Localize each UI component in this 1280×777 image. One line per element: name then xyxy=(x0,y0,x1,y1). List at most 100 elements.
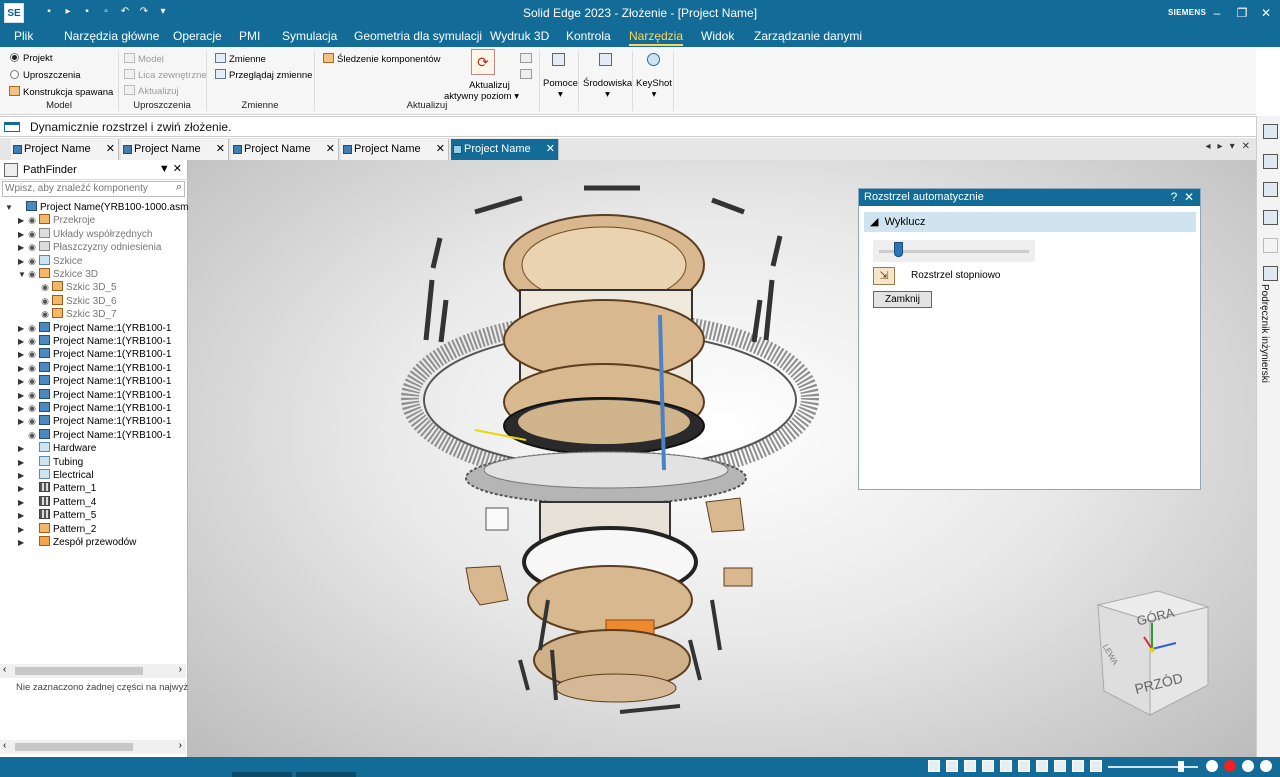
video-icon[interactable] xyxy=(1224,760,1236,772)
tree-item[interactable]: ◉ Szkic 3D_7 xyxy=(31,308,117,321)
search-icon[interactable]: ⌕ xyxy=(176,181,182,194)
small-tool-icon[interactable] xyxy=(520,53,532,63)
tree-item[interactable]: ▶ Pattern_4 xyxy=(18,495,96,509)
visibility-eye-icon[interactable]: ◉ xyxy=(40,308,50,321)
tree-item[interactable]: ▶ ◉ Project Name:1(YRB100-1 xyxy=(18,348,171,361)
visibility-eye-icon[interactable]: ◉ xyxy=(27,389,37,402)
close-icon[interactable]: ✕ xyxy=(1257,4,1275,22)
scroll-left-icon[interactable]: ‹ xyxy=(3,664,6,675)
close-button[interactable]: Zamknij xyxy=(873,291,932,308)
sledzenie-komponentow-button[interactable]: Śledzenie komponentów xyxy=(323,53,441,65)
visibility-eye-icon[interactable]: ◉ xyxy=(27,375,37,388)
expand-icon[interactable]: ▶ xyxy=(18,375,27,388)
expand-icon[interactable]: ▶ xyxy=(18,255,27,268)
tree-item[interactable]: ▶ ◉ Układy współrzędnych xyxy=(18,227,153,241)
zoom-icon[interactable] xyxy=(946,760,958,772)
pathfinder-search-input[interactable]: Wpisz, aby znaleźć komponenty ⌕ xyxy=(2,181,185,197)
tree-item[interactable]: ▶ ◉ Płaszczyzny odniesienia xyxy=(18,241,161,254)
menu-tab-pmi[interactable]: PMI xyxy=(239,29,260,43)
zoom-area-icon[interactable] xyxy=(964,760,976,772)
tree-item[interactable]: ◉ Project Name:1(YRB100-1 xyxy=(18,428,171,442)
scrollbar-thumb[interactable] xyxy=(15,743,133,751)
close-icon[interactable]: ✕ xyxy=(1184,190,1194,204)
expand-icon[interactable]: ▶ xyxy=(18,335,27,348)
expand-icon[interactable]: ▶ xyxy=(18,228,27,241)
key-icon[interactable] xyxy=(1263,238,1278,253)
menu-tab-geometria[interactable]: Geometria dla symulacji xyxy=(354,29,482,43)
minimize-icon[interactable]: – xyxy=(1208,4,1226,22)
palette-icon[interactable] xyxy=(1263,210,1278,225)
tree-item[interactable]: ▶ Electrical xyxy=(18,469,94,482)
visibility-eye-icon[interactable]: ◉ xyxy=(27,241,37,254)
visibility-eye-icon[interactable]: ◉ xyxy=(27,335,37,348)
expand-icon[interactable]: ▶ xyxy=(18,241,27,254)
document-tab[interactable]: Project Name ✕ xyxy=(121,139,229,160)
zoom-slider-thumb[interactable] xyxy=(1178,761,1184,772)
close-tab-icon[interactable]: ✕ xyxy=(436,139,445,159)
tree-item[interactable]: ▼ Project Name(YRB100-1000.asm) xyxy=(5,201,188,214)
document-tab[interactable]: Project Name ✕ xyxy=(341,139,449,160)
shading-icon[interactable] xyxy=(1036,760,1048,772)
expand-icon[interactable]: ▶ xyxy=(18,214,27,227)
expand-icon[interactable]: ▶ xyxy=(18,469,27,482)
menu-tab-narzedzia[interactable]: Narzędzia xyxy=(629,29,684,46)
view-cube[interactable]: GÓRA PRZÓD LEWA xyxy=(1096,587,1211,717)
menu-tab-narzedzia-glowne[interactable]: Narzędzia główne xyxy=(64,29,159,43)
record-icon[interactable] xyxy=(1242,760,1254,772)
radio-projekt[interactable]: Projekt xyxy=(10,53,53,64)
document-tab[interactable]: Project Name ✕ xyxy=(11,139,119,160)
layers-icon[interactable] xyxy=(1263,154,1278,169)
tree-item[interactable]: ▶ ◉ Szkice xyxy=(18,254,82,268)
visibility-eye-icon[interactable]: ◉ xyxy=(27,402,37,415)
menu-tab-wydruk-3d[interactable]: Wydruk 3D xyxy=(490,29,549,43)
expand-icon[interactable]: ▶ xyxy=(18,415,27,428)
expand-icon[interactable]: ▶ xyxy=(18,536,27,549)
expand-icon[interactable]: ▶ xyxy=(18,509,27,522)
upr-aktualizuj-button[interactable]: Aktualizuj xyxy=(124,85,179,97)
restore-icon[interactable]: ❐ xyxy=(1233,4,1251,22)
upr-model-button[interactable]: Model xyxy=(124,53,164,65)
pomoce-button[interactable]: Pomoce ▾ xyxy=(543,78,578,100)
visibility-eye-icon[interactable]: ◉ xyxy=(27,348,37,361)
document-tab-active[interactable]: Project Name ✕ xyxy=(451,139,559,160)
zoom-slider[interactable] xyxy=(1108,766,1198,768)
close-document-icon[interactable]: ✕ xyxy=(1268,55,1277,68)
close-all-icon[interactable]: ✕ xyxy=(1242,141,1250,152)
scroll-right-icon[interactable]: › xyxy=(179,664,182,675)
visibility-eye-icon[interactable]: ◉ xyxy=(27,362,37,375)
zmienne-button[interactable]: Zmienne xyxy=(215,53,266,65)
visibility-eye-icon[interactable]: ◉ xyxy=(27,322,37,335)
expand-icon[interactable]: ▶ xyxy=(18,389,27,402)
panel-close-icon[interactable]: ✕ xyxy=(173,163,182,175)
expand-icon[interactable]: ▶ xyxy=(18,442,27,455)
srodowiska-button[interactable]: Środowiska ▾ xyxy=(583,78,632,100)
pan-icon[interactable] xyxy=(982,760,994,772)
menu-tab-kontrola[interactable]: Kontrola xyxy=(566,29,611,43)
expand-icon[interactable]: ▶ xyxy=(18,402,27,415)
zoom-in-icon[interactable] xyxy=(1260,760,1272,772)
explode-step-icon[interactable]: ⇲ xyxy=(873,267,895,285)
keyshot-button[interactable]: KeyShot ▾ xyxy=(636,78,672,100)
update-active-level-icon[interactable]: ⟳ xyxy=(471,49,495,75)
view-orientation-icon[interactable] xyxy=(1018,760,1030,772)
library-icon[interactable] xyxy=(1263,124,1278,139)
explode-slider[interactable] xyxy=(873,240,1035,262)
render-icon[interactable] xyxy=(1090,760,1102,772)
expand-icon[interactable]: ▶ xyxy=(18,523,27,536)
engineering-reference-tab[interactable]: Podręcznik inżynierski xyxy=(1259,284,1270,383)
tree-item[interactable]: ▶ Tubing xyxy=(18,455,83,469)
expand-icon[interactable]: ▶ xyxy=(18,348,27,361)
scrollbar-thumb[interactable] xyxy=(15,667,143,675)
visibility-eye-icon[interactable]: ◉ xyxy=(27,214,37,227)
close-tab-icon[interactable]: ✕ xyxy=(106,139,115,159)
menu-tab-symulacja[interactable]: Symulacja xyxy=(282,29,337,43)
rotate-icon[interactable] xyxy=(1000,760,1012,772)
visibility-eye-icon[interactable]: ◉ xyxy=(40,281,50,294)
expand-icon[interactable]: ▶ xyxy=(18,362,27,375)
konstrukcja-spawana-button[interactable]: Konstrukcja spawana xyxy=(9,86,113,98)
exclude-section-header[interactable]: ◢ Wyklucz xyxy=(864,212,1196,232)
small-tool-icon[interactable] xyxy=(520,69,532,79)
horizontal-scrollbar[interactable]: ‹ › xyxy=(0,740,186,754)
collapse-icon[interactable]: ▼ xyxy=(5,201,14,214)
tree-item[interactable]: ◉ Szkic 3D_5 xyxy=(31,281,117,294)
